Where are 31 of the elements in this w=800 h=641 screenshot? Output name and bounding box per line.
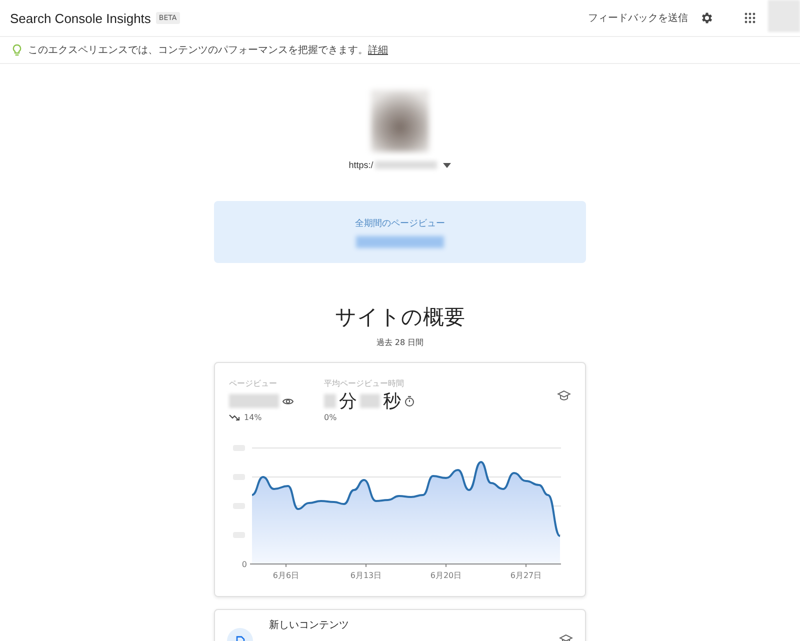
metric-label: 平均ページビュー時間 bbox=[324, 378, 405, 389]
total-label: 全期間のページビュー bbox=[355, 218, 445, 230]
blurred-value bbox=[229, 394, 279, 408]
axis-label: 0 bbox=[242, 560, 247, 569]
graduation-cap-icon[interactable] bbox=[557, 390, 571, 402]
lightbulb-icon bbox=[12, 44, 22, 56]
apps-icon[interactable] bbox=[744, 12, 756, 24]
section-title: サイトの概要 bbox=[335, 304, 465, 331]
axis-label: 6月27日 bbox=[510, 571, 542, 580]
metric-label: ページビュー bbox=[229, 378, 278, 389]
axis-label: 6月6日 bbox=[272, 571, 300, 580]
axis-label: 6月20日 bbox=[430, 571, 462, 580]
minutes-unit: 分 bbox=[339, 390, 357, 413]
axis-label: 6月13日 bbox=[350, 571, 382, 580]
info-message: このエクスペリエンスでは、コンテンツのパフォーマンスを把握できます。詳細 bbox=[28, 44, 388, 57]
blurred-value bbox=[360, 394, 380, 408]
feedback-link[interactable]: フィードバックを送信 bbox=[588, 11, 688, 25]
timer-icon bbox=[404, 395, 415, 407]
change-value: 14% bbox=[244, 413, 262, 422]
change-value: 0% bbox=[324, 413, 337, 422]
details-link[interactable]: 詳細 bbox=[368, 45, 388, 56]
caret-icon[interactable] bbox=[443, 162, 452, 168]
eye-icon bbox=[282, 396, 294, 406]
date-range: 過去 28 日間 bbox=[376, 337, 424, 348]
card-title: 新しいコンテンツ bbox=[269, 620, 349, 632]
site-avatar bbox=[371, 90, 429, 152]
property-selector[interactable]: https:/ bbox=[348, 160, 452, 170]
app-title: Search Console Insights bbox=[10, 10, 151, 26]
seconds-unit: 秒 bbox=[383, 390, 401, 413]
blurred-value bbox=[324, 394, 336, 408]
settings-icon[interactable] bbox=[700, 11, 714, 25]
